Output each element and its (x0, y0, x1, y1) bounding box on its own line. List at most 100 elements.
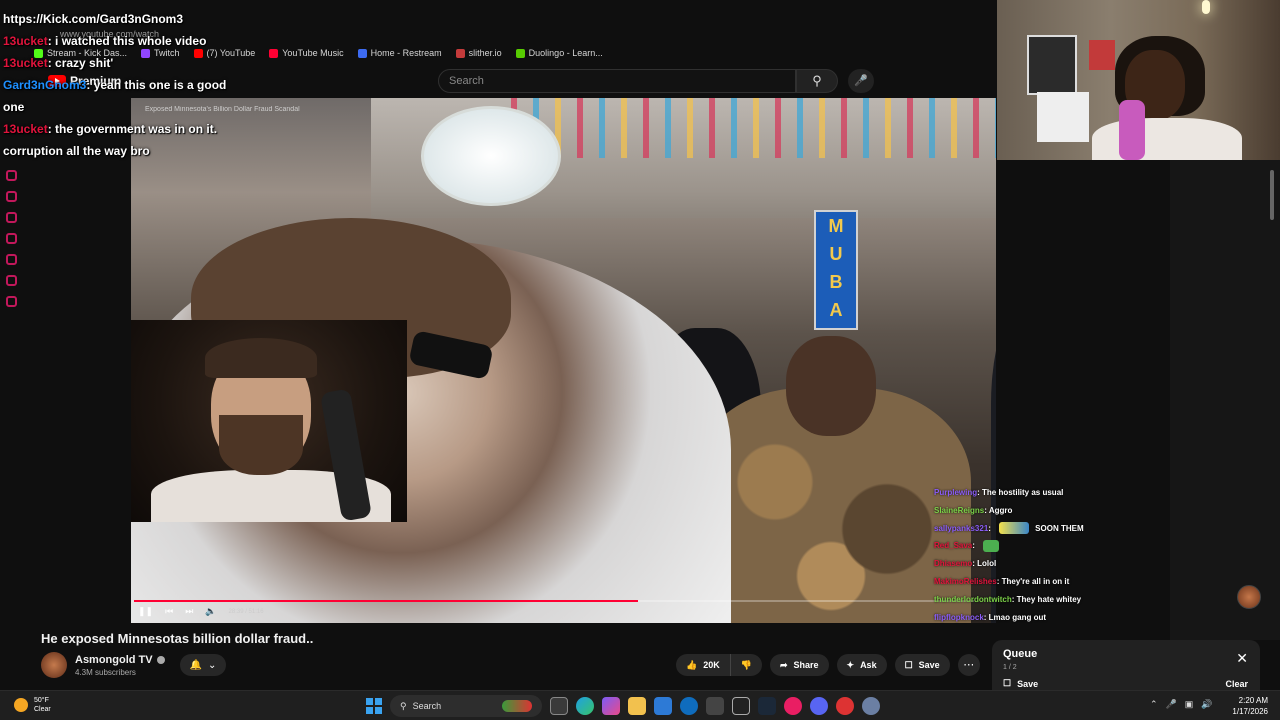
save-label: Save (918, 660, 940, 670)
channel-avatar-small[interactable] (1237, 585, 1261, 609)
bookmark-item[interactable]: Duolingo - Learn... (515, 48, 603, 58)
taskbar: 50°F Clear ⚲ Search ⌃ 🎤 ▣ 🔊 2:20 AM 1/17… (0, 690, 1280, 720)
scrollbar[interactable] (1270, 170, 1274, 220)
edge-icon[interactable] (576, 697, 594, 715)
video-bunting (511, 98, 996, 158)
settings-app-icon[interactable] (862, 697, 880, 715)
chat-text: They're all in on it (1001, 576, 1070, 586)
chat-username: thunderlordontwitch (934, 594, 1012, 604)
channel-avatar[interactable] (41, 652, 67, 678)
video-chat-message: flipflopknock: Lmao gang out (934, 609, 1164, 627)
store-icon[interactable] (654, 697, 672, 715)
chat-username: 13ucket (3, 34, 48, 48)
progress-bar-remaining[interactable] (638, 600, 974, 602)
file-explorer-icon[interactable] (628, 697, 646, 715)
time-display: 28:39 / 51:16 (228, 608, 264, 615)
overlay-chat-message: 13ucket: crazy shit' (3, 52, 243, 74)
bookmark-icon: ☐ (1003, 678, 1012, 688)
lamp (1202, 0, 1210, 14)
steam-icon[interactable] (758, 697, 776, 715)
search-button[interactable]: ⚲ (796, 69, 838, 93)
facecam-hair (205, 338, 317, 378)
video-chat-message: SlaineReigns: Aggro (934, 502, 1164, 520)
chevron-up-icon[interactable]: ⌃ (1150, 699, 1158, 710)
overlay-chat-messages: 13ucket: i watched this whole video 13uck… (3, 30, 243, 162)
clock[interactable]: 2:20 AM 1/17/2026 (1222, 695, 1268, 717)
weather-text: 50°F Clear (34, 696, 51, 714)
volume-icon[interactable]: 🔊 (1201, 699, 1212, 710)
video-chat-message: MakimoRelishes: They're all in on it (934, 573, 1164, 591)
overlay-chat-message: Gard3nGnom3: yeah this one is a good one (3, 74, 243, 118)
screen: www.youtube.com/watch Stream - Kick Das.… (0, 0, 1280, 720)
video-chat-message: Purplewing: The hostility as usual (934, 484, 1164, 502)
video-chat-message: thunderlordontwitch: They hate whitey (934, 591, 1164, 609)
bookmark-item[interactable]: YouTube Music (269, 48, 344, 58)
taskbar-apps: ⚲ Search (366, 695, 880, 717)
sign-letter: M (828, 216, 844, 236)
pause-icon[interactable]: ❚❚ (138, 606, 153, 617)
ask-label: Ask (860, 660, 877, 670)
voice-search-button[interactable]: 🎤 (848, 69, 874, 93)
obs-icon[interactable] (706, 697, 724, 715)
more-options-button[interactable]: ⋯ (957, 654, 980, 676)
outlook-icon[interactable] (680, 697, 698, 715)
bell-icon: 🔔 (189, 659, 203, 671)
network-icon[interactable]: ▣ (1185, 699, 1194, 710)
twitch-icon (6, 170, 17, 181)
search-placeholder: Search (449, 75, 484, 87)
chat-username: Gard3nGnom3 (3, 78, 87, 92)
bookmark-item[interactable]: Home - Restream (357, 48, 442, 58)
taskbar-search[interactable]: ⚲ Search (390, 695, 542, 717)
sign-letter: U (829, 244, 843, 264)
more-icon: ⋯ (963, 659, 975, 671)
facecam-microphone (1119, 100, 1145, 160)
search-input[interactable]: Search (438, 69, 796, 93)
like-button[interactable]: 👍 20K (676, 654, 730, 676)
bookmark-item[interactable]: slither.io (455, 48, 502, 58)
copilot-icon[interactable] (602, 697, 620, 715)
player-controls: ❚❚ ⏮ ⏭ 🔈 28:39 / 51:16 (138, 606, 264, 617)
search-icon: ⚲ (400, 700, 407, 711)
channel-name-text: Asmongold TV (75, 654, 153, 666)
save-button[interactable]: ☐ Save (894, 654, 950, 676)
wall-poster (1027, 35, 1077, 95)
thumbs-up-icon: 👍 (686, 659, 698, 670)
close-queue-button[interactable]: ✕ (1236, 650, 1248, 667)
windows-start-icon[interactable] (366, 698, 382, 714)
bookmark-label: slither.io (468, 48, 502, 58)
video-person-face (786, 336, 876, 436)
task-view-icon[interactable] (550, 697, 568, 715)
browser-icon[interactable] (784, 697, 802, 715)
microphone-icon[interactable]: 🎤 (1166, 699, 1177, 710)
chevron-down-icon: ⌄ (208, 659, 217, 671)
progress-bar-played[interactable] (134, 600, 638, 602)
channel-name[interactable]: Asmongold TV (75, 654, 165, 666)
chat-separator: : (988, 523, 994, 533)
previous-icon[interactable]: ⏮ (165, 606, 173, 617)
volume-icon[interactable]: 🔈 (205, 606, 216, 617)
dislike-button[interactable]: 👎 (729, 654, 762, 676)
duolingo-icon (515, 48, 525, 58)
next-icon[interactable]: ⏭ (185, 606, 193, 617)
notifications-button[interactable]: 🔔 ⌄ (180, 654, 226, 676)
chat-text: : crazy shit' (47, 56, 114, 70)
chat-text: Lolol (977, 559, 997, 569)
bookmark-label: Duolingo - Learn... (528, 48, 603, 58)
video-chat: Purplewing: The hostility as usual Slaine… (934, 484, 1164, 626)
x-app-icon[interactable] (732, 697, 750, 715)
verified-icon (156, 656, 165, 664)
weather-widget[interactable]: 50°F Clear (14, 696, 51, 714)
share-button[interactable]: ➦ Share (769, 654, 829, 676)
chat-username: 13ucket (3, 56, 48, 70)
queue-clear-button[interactable]: Clear (1225, 679, 1248, 689)
chat-username: Red_Sava (934, 541, 973, 551)
queue-save-button[interactable]: ☐ Save (1003, 678, 1038, 689)
ask-button[interactable]: ✦ Ask (836, 654, 887, 676)
clock-icon (6, 254, 17, 265)
chat-username: 13ucket (3, 122, 48, 136)
chat-username: sallypanks321 (934, 523, 989, 533)
sign-letter: B (829, 272, 843, 292)
wall-poster (1037, 92, 1089, 142)
chrome-icon[interactable] (836, 697, 854, 715)
discord-icon[interactable] (810, 697, 828, 715)
